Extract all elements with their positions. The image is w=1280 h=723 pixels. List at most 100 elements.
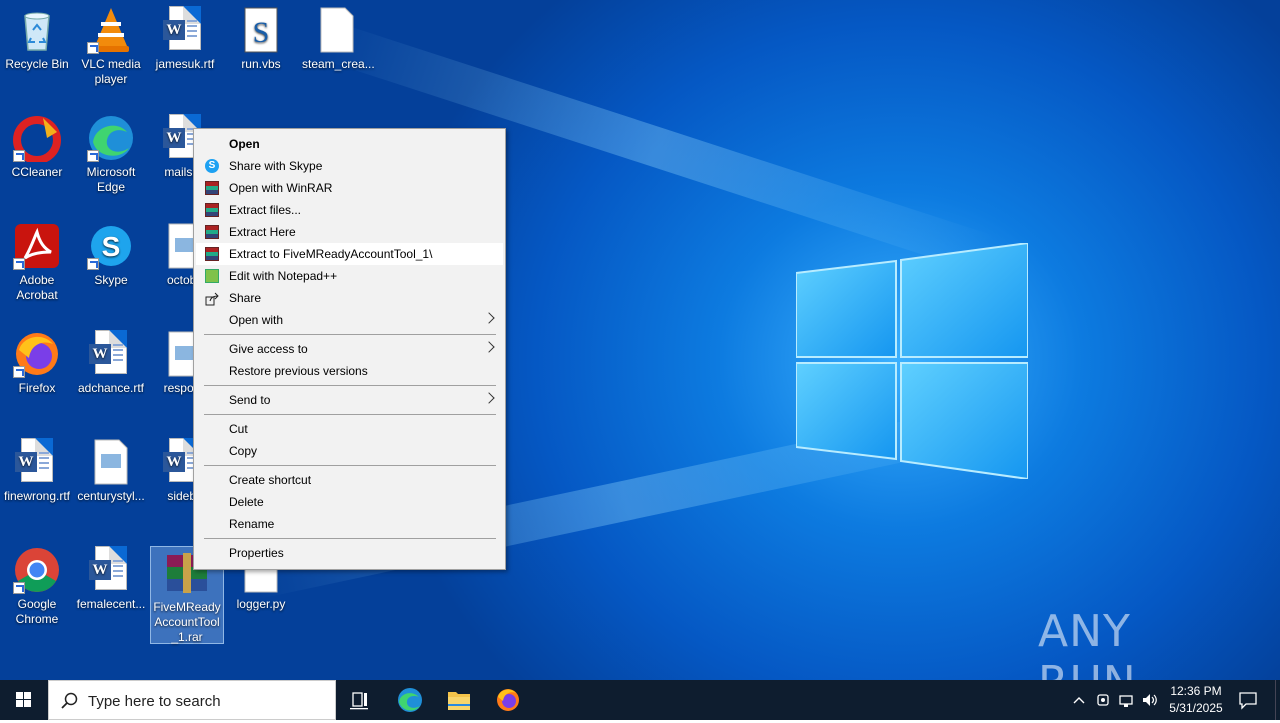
shortcut-arrow-icon xyxy=(87,42,99,54)
desktop-icon-label: jamesuk.rtf xyxy=(155,57,215,71)
desktop-icon-adobe-acrobat[interactable]: Adobe Acrobat xyxy=(0,216,74,303)
desktop-icon-label: FiveMReady AccountTool _1.rar xyxy=(153,600,221,644)
desktop-icon-edge[interactable]: Microsoft Edge xyxy=(74,108,148,195)
desktop-icon-label: logger.py xyxy=(236,597,286,611)
menu-item-rename[interactable]: Rename xyxy=(196,513,503,535)
word-doc-icon: W xyxy=(87,330,135,378)
search-icon xyxy=(61,692,78,709)
menu-item-create-shortcut[interactable]: Create shortcut xyxy=(196,469,503,491)
menu-item-give-access-to[interactable]: Give access to xyxy=(196,338,503,360)
menu-item-send-to[interactable]: Send to xyxy=(196,389,503,411)
menu-item-extract-files[interactable]: Extract files... xyxy=(196,199,503,221)
menu-item-extract-here[interactable]: Extract Here xyxy=(196,221,503,243)
taskbar-search-box[interactable]: Type here to search xyxy=(48,680,336,720)
word-doc-icon: W xyxy=(161,6,209,54)
menu-separator xyxy=(204,465,496,466)
menu-item-restore-previous-versions[interactable]: Restore previous versions xyxy=(196,360,503,382)
skype-icon: S xyxy=(205,159,219,173)
windows-start-icon xyxy=(16,692,31,707)
desktop-icon-jamesuk[interactable]: W jamesuk.rtf xyxy=(148,0,222,72)
acrobat-icon xyxy=(13,222,61,270)
file-explorer-icon xyxy=(448,692,470,710)
winrar-icon xyxy=(205,181,219,195)
desktop-icon-label: steam_crea... xyxy=(302,57,375,71)
context-menu: Open S Share with Skype Open with WinRAR … xyxy=(193,128,506,570)
volume-icon xyxy=(1143,694,1157,706)
winrar-icon xyxy=(205,225,219,239)
start-button[interactable] xyxy=(0,680,48,720)
winrar-icon xyxy=(205,247,219,261)
taskbar-firefox[interactable] xyxy=(484,680,532,720)
chevron-right-icon xyxy=(483,392,495,404)
task-view-icon xyxy=(350,692,368,710)
menu-item-delete[interactable]: Delete xyxy=(196,491,503,513)
tray-device-icon[interactable] xyxy=(1094,690,1112,710)
menu-item-share-with-skype[interactable]: S Share with Skype xyxy=(196,155,503,177)
shortcut-arrow-icon xyxy=(13,258,25,270)
shortcut-arrow-icon xyxy=(13,582,25,594)
desktop-icon-skype[interactable]: S Skype xyxy=(74,216,148,288)
clock-time: 12:36 PM xyxy=(1170,684,1222,698)
shortcut-arrow-icon xyxy=(87,258,99,270)
chevron-right-icon xyxy=(483,341,495,353)
desktop-icon-google-chrome[interactable]: Google Chrome xyxy=(0,540,74,627)
desktop-icon-label: adchance.rtf xyxy=(77,381,145,395)
chrome-icon xyxy=(13,546,61,594)
chevron-right-icon xyxy=(483,312,495,324)
desktop-icon-centurystyl[interactable]: centurystyl... xyxy=(74,432,148,504)
action-center-button[interactable] xyxy=(1238,690,1258,710)
taskbar-clock[interactable]: 12:36 PM 5/31/2025 xyxy=(1161,683,1231,717)
skype-icon: S xyxy=(87,222,135,270)
chevron-up-icon xyxy=(1073,697,1085,704)
desktop-icon-label: Google Chrome xyxy=(15,597,59,626)
ccleaner-icon xyxy=(13,114,61,164)
desktop-icon-label: femalecent... xyxy=(76,597,146,611)
show-hidden-icons-chevron[interactable] xyxy=(1070,690,1088,710)
menu-item-share[interactable]: Share xyxy=(196,287,503,309)
menu-item-open-with-winrar[interactable]: Open with WinRAR xyxy=(196,177,503,199)
desktop-icon-vlc[interactable]: VLC media player xyxy=(74,0,148,87)
menu-separator xyxy=(204,414,496,415)
usb-device-icon xyxy=(1097,694,1109,706)
vbs-script-icon: S xyxy=(237,6,285,54)
edge-icon xyxy=(398,688,422,712)
menu-item-open[interactable]: Open xyxy=(196,133,503,155)
menu-item-cut[interactable]: Cut xyxy=(196,418,503,440)
windows-logo-wallpaper xyxy=(796,243,1028,479)
firefox-icon xyxy=(497,689,519,711)
vlc-icon xyxy=(87,6,135,54)
shortcut-arrow-icon xyxy=(87,150,99,162)
desktop-icon-run-vbs[interactable]: S run.vbs xyxy=(224,0,298,72)
winrar-icon xyxy=(205,203,219,217)
desktop-icon-ccleaner[interactable]: CCleaner xyxy=(0,108,74,180)
taskbar-edge[interactable] xyxy=(386,680,434,720)
desktop-icon-recycle-bin[interactable]: Recycle Bin xyxy=(0,0,74,72)
desktop-icon-finewrong[interactable]: W finewrong.rtf xyxy=(0,432,74,504)
menu-item-properties[interactable]: Properties xyxy=(196,542,503,564)
tray-volume[interactable] xyxy=(1141,690,1159,710)
notification-icon xyxy=(1239,692,1257,710)
menu-item-extract-to-folder[interactable]: Extract to FiveMReadyAccountTool_1\ xyxy=(196,243,503,265)
desktop-background[interactable]: Recycle Bin VLC media player W jamesuk.r… xyxy=(0,0,1280,680)
menu-item-copy[interactable]: Copy xyxy=(196,440,503,462)
desktop-icon-femalecent[interactable]: W femalecent... xyxy=(74,540,148,612)
desktop-icon-label: CCleaner xyxy=(11,165,63,179)
taskbar-file-explorer[interactable] xyxy=(435,680,483,720)
desktop-icon-firefox[interactable]: Firefox xyxy=(0,324,74,396)
tray-network[interactable] xyxy=(1117,690,1135,710)
menu-item-open-with[interactable]: Open with xyxy=(196,309,503,331)
menu-separator xyxy=(204,538,496,539)
desktop-icon-label: run.vbs xyxy=(241,57,281,71)
taskbar: Type here to search 12:36 PM 5/31/2025 xyxy=(0,680,1280,720)
menu-separator xyxy=(204,334,496,335)
network-icon xyxy=(1119,695,1133,707)
show-desktop-divider[interactable] xyxy=(1275,680,1276,720)
clock-date: 5/31/2025 xyxy=(1169,701,1223,715)
desktop-icon-adchance[interactable]: W adchance.rtf xyxy=(74,324,148,396)
task-view-button[interactable] xyxy=(336,680,384,720)
desktop-icon-label: centurystyl... xyxy=(77,489,145,503)
anyrun-watermark: ANY RUN xyxy=(1038,606,1136,680)
menu-item-edit-with-notepadpp[interactable]: Edit with Notepad++ xyxy=(196,265,503,287)
desktop-icon-steam-crea[interactable]: steam_crea... xyxy=(300,0,375,72)
desktop-icon-label: VLC media player xyxy=(81,57,141,86)
